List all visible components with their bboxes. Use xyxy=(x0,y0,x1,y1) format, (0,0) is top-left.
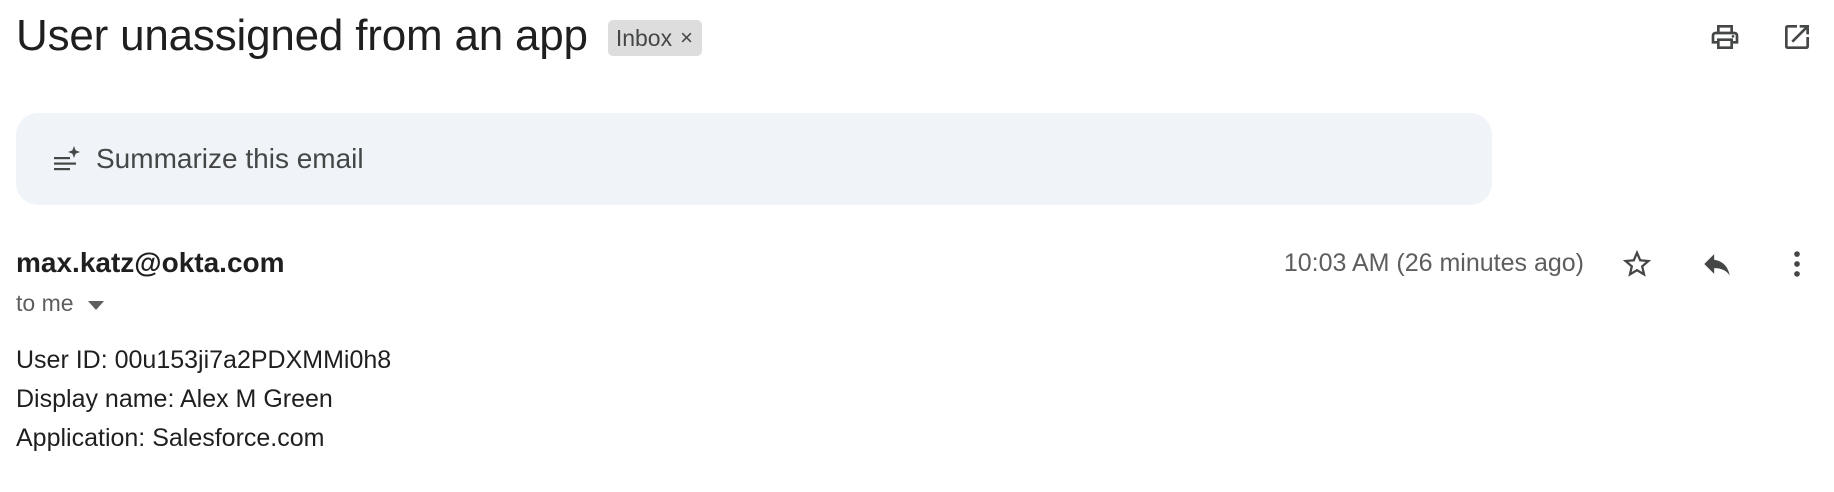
recipient-details-toggle[interactable]: to me xyxy=(16,290,104,317)
subject-row: User unassigned from an app Inbox × xyxy=(16,6,702,66)
email-subject: User unassigned from an app xyxy=(16,11,588,60)
summarize-label: Summarize this email xyxy=(96,143,364,174)
inbox-label-chip[interactable]: Inbox × xyxy=(607,20,702,56)
message-actions xyxy=(1614,241,1820,287)
sender-address[interactable]: max.katz@okta.com xyxy=(16,247,285,279)
body-line-application: Application: Salesforce.com xyxy=(16,424,325,452)
body-line-display-name: Display name: Alex M Green xyxy=(16,385,333,413)
label-chip-text: Inbox xyxy=(615,24,673,51)
body-line-user-id: User ID: 00u153ji7a2PDXMMi0h8 xyxy=(16,346,392,374)
print-button[interactable] xyxy=(1702,14,1748,60)
more-options-button[interactable] xyxy=(1774,241,1820,287)
message-timestamp: 10:03 AM (26 minutes ago) xyxy=(1283,249,1584,277)
star-button[interactable] xyxy=(1614,241,1660,287)
chevron-down-icon xyxy=(87,300,104,310)
open-in-new-window-button[interactable] xyxy=(1774,14,1820,60)
recipient-label: to me xyxy=(16,290,74,316)
summarize-email-button[interactable]: Summarize this email xyxy=(16,113,1492,205)
reply-icon xyxy=(1704,254,1730,276)
reply-button[interactable] xyxy=(1694,241,1740,287)
summarize-sparkle-icon xyxy=(52,144,82,174)
more-vert-icon xyxy=(1794,251,1800,277)
remove-label-icon[interactable]: × xyxy=(680,25,693,51)
star-icon xyxy=(1622,249,1652,277)
thread-toolbar xyxy=(1702,14,1820,60)
printer-icon xyxy=(1711,25,1739,49)
open-in-new-icon xyxy=(1785,25,1809,49)
message-body: User ID: 00u153ji7a2PDXMMi0h8 Display na… xyxy=(16,341,391,458)
